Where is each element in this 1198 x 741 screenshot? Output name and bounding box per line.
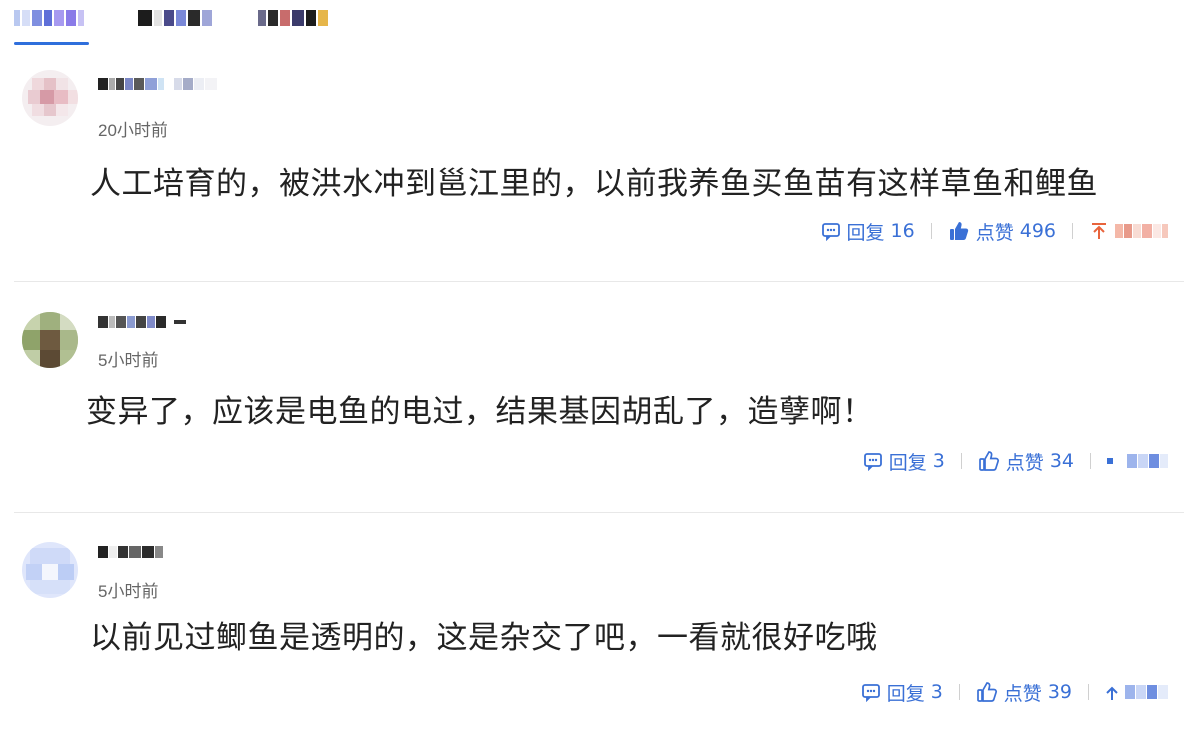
like-label: 点赞: [975, 221, 1014, 244]
action-divider: [1088, 684, 1089, 700]
reply-count: 3: [932, 450, 945, 472]
more-label-censored: [1107, 454, 1168, 468]
comment-time: 5小时前: [98, 582, 159, 601]
thumbs-up-icon: [978, 451, 999, 471]
pin-button[interactable]: [1089, 221, 1168, 241]
comment-divider: [14, 281, 1184, 282]
avatar[interactable]: [22, 542, 78, 598]
comment-time: 20小时前: [98, 121, 168, 140]
action-divider: [958, 684, 960, 700]
reply-button[interactable]: 回复 3: [861, 679, 943, 706]
comment-actions: 回复 16 点赞 496: [821, 216, 1168, 246]
like-count: 39: [1047, 681, 1072, 703]
tab-2[interactable]: [138, 6, 212, 30]
comment-icon: [863, 453, 882, 471]
username[interactable]: [98, 542, 163, 562]
comments-page: 20小时前 人工培育的，被洪水冲到邕江里的，以前我养鱼买鱼苗有这样草鱼和鲤鱼 回…: [0, 0, 1198, 741]
pin-label-censored: [1125, 685, 1168, 699]
tab-bar: [0, 0, 1198, 48]
tab-1[interactable]: [14, 6, 84, 30]
username[interactable]: [98, 74, 217, 94]
tab-3[interactable]: [258, 6, 328, 30]
like-button[interactable]: 点赞 496: [948, 218, 1056, 245]
avatar[interactable]: [22, 70, 78, 126]
comment-text: 人工培育的，被洪水冲到邕江里的，以前我养鱼买鱼苗有这样草鱼和鲤鱼: [90, 166, 1098, 202]
pin-top-icon: [1092, 223, 1106, 239]
comment-icon: [861, 684, 880, 702]
pin-label-censored: [1115, 224, 1168, 238]
comment-actions: 回复 3 点赞 39: [861, 677, 1168, 707]
comment-text: 以前见过鲫鱼是透明的，这是杂交了吧，一看就很好吃哦: [90, 620, 878, 656]
like-count: 496: [1019, 220, 1056, 242]
action-divider: [1072, 223, 1073, 239]
reply-button[interactable]: 回复 16: [821, 218, 915, 245]
comment-icon: [821, 223, 840, 241]
like-label: 点赞: [1003, 682, 1042, 705]
reply-count: 16: [890, 220, 915, 242]
like-button[interactable]: 点赞 39: [976, 679, 1072, 706]
reply-label: 回复: [846, 221, 885, 244]
pin-button[interactable]: [1105, 682, 1168, 702]
active-tab-indicator: [14, 42, 89, 45]
action-divider: [960, 453, 962, 469]
comment-text: 变异了，应该是电鱼的电过，结果基因胡乱了，造孽啊！: [86, 394, 874, 430]
avatar[interactable]: [22, 312, 78, 368]
like-button[interactable]: 点赞 34: [978, 448, 1074, 475]
comment-actions: 回复 3 点赞 34: [863, 446, 1168, 476]
comment-divider: [14, 512, 1184, 513]
reply-label: 回复: [888, 451, 927, 474]
thumbs-up-icon: [976, 682, 997, 702]
more-button[interactable]: [1107, 454, 1168, 468]
reply-count: 3: [930, 681, 943, 703]
comment-time: 5小时前: [98, 351, 159, 370]
like-count: 34: [1049, 450, 1074, 472]
username[interactable]: [98, 312, 186, 332]
action-divider: [930, 223, 932, 239]
pin-top-icon: [1106, 686, 1118, 700]
thumbs-up-filled-icon: [949, 222, 968, 240]
reply-label: 回复: [886, 682, 925, 705]
reply-button[interactable]: 回复 3: [863, 448, 945, 475]
like-label: 点赞: [1005, 451, 1044, 474]
action-divider: [1090, 453, 1091, 469]
